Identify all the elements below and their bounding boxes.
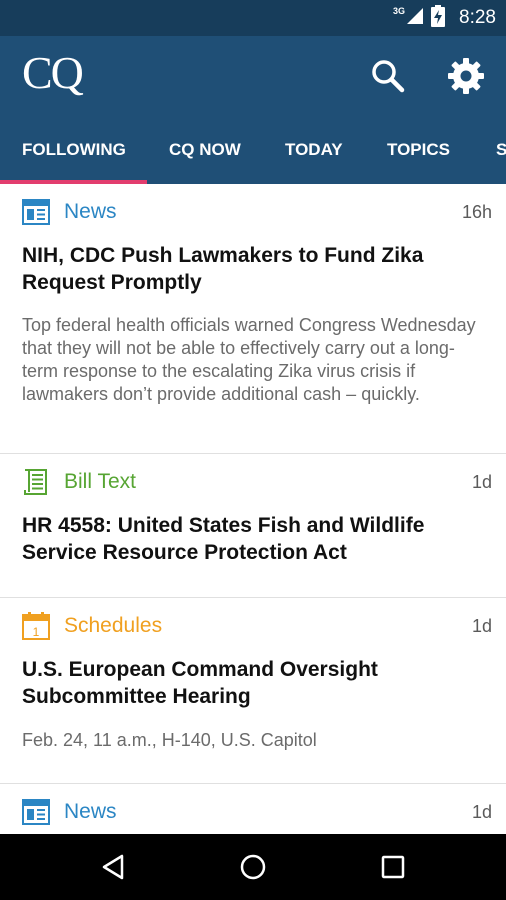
tab-today[interactable]: TODAY <box>285 116 343 184</box>
tab-bar: FOLLOWING CQ NOW TODAY TOPICS S <box>0 116 506 184</box>
cq-logo: CQ <box>22 47 84 98</box>
search-icon <box>372 60 405 93</box>
card-timestamp: 1d <box>471 615 492 636</box>
back-icon <box>102 854 124 880</box>
feed-card-news[interactable]: News 1d <box>0 784 506 834</box>
feed-card-bill-text[interactable]: Bill Text 1d HR 4558: United States Fish… <box>0 454 506 598</box>
signal-icon <box>405 6 425 31</box>
card-event-details: Feb. 24, 11 a.m., H-140, U.S. Capitol <box>22 730 317 750</box>
tab-following[interactable]: FOLLOWING <box>22 116 126 184</box>
card-type-label: Bill Text <box>64 470 136 493</box>
search-button[interactable] <box>366 54 410 98</box>
status-time: 8:28 <box>459 7 496 28</box>
news-icon <box>22 199 50 225</box>
card-header: 1 Schedules 1d <box>22 598 492 654</box>
card-headline[interactable]: HR 4558: United States Fish and Wildlife… <box>22 512 486 566</box>
card-timestamp: 1d <box>471 801 492 822</box>
feed-list[interactable]: News 16h NIH, CDC Push Lawmakers to Fund… <box>0 184 506 834</box>
recents-icon <box>381 855 405 879</box>
news-icon <box>22 799 50 825</box>
card-summary: Top federal health officials warned Cong… <box>22 315 476 404</box>
tab-partial[interactable]: S <box>496 116 506 184</box>
card-type-label: Schedules <box>64 614 163 637</box>
card-timestamp: 16h <box>461 201 492 222</box>
tab-cq-now[interactable]: CQ NOW <box>169 116 241 184</box>
status-bar: 3G 8:28 <box>0 0 506 36</box>
card-type-label: News <box>64 200 117 223</box>
document-icon <box>24 469 47 495</box>
battery-charging-icon <box>431 4 446 32</box>
recents-button[interactable] <box>373 847 413 887</box>
system-nav-bar <box>0 834 506 900</box>
card-timestamp: 1d <box>471 471 492 492</box>
svg-text:1: 1 <box>33 625 40 639</box>
home-button[interactable] <box>233 847 273 887</box>
network-type: 3G <box>393 6 406 16</box>
back-button[interactable] <box>93 847 133 887</box>
settings-button[interactable] <box>444 54 488 98</box>
card-type-label: News <box>64 800 117 823</box>
tab-topics[interactable]: TOPICS <box>387 116 450 184</box>
home-icon <box>240 854 266 880</box>
status-indicators: 3G 8:28 <box>393 0 496 36</box>
calendar-icon: 1 <box>22 612 50 640</box>
card-header: News 16h <box>22 184 492 240</box>
card-headline[interactable]: NIH, CDC Push Lawmakers to Fund Zika Req… <box>22 242 486 296</box>
card-headline[interactable]: U.S. European Command Oversight Subcommi… <box>22 656 486 710</box>
settings-gear-icon <box>448 58 484 94</box>
card-header: Bill Text 1d <box>22 454 492 510</box>
card-header: News 1d <box>22 784 492 834</box>
feed-card-news[interactable]: News 16h NIH, CDC Push Lawmakers to Fund… <box>0 184 506 454</box>
app-bar: CQ <box>0 36 506 116</box>
feed-card-schedules[interactable]: 1 Schedules 1d U.S. European Command Ove… <box>0 598 506 784</box>
